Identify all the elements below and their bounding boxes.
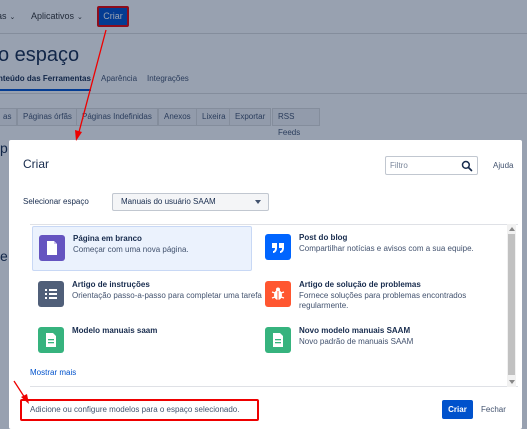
- filter-input[interactable]: [390, 159, 460, 172]
- template-name: Novo modelo manuais SAAM: [299, 326, 411, 335]
- template-list: Página em branco Começar com uma nova pá…: [30, 224, 518, 387]
- template-item-blank-page[interactable]: Página em branco Começar com uma nova pá…: [32, 226, 252, 271]
- template-name: Página em branco: [73, 234, 142, 243]
- create-button[interactable]: Criar: [442, 400, 473, 419]
- template-description: Compartilhar notícias e avisos com a sua…: [299, 244, 474, 253]
- template-description: Começar com uma nova página.: [73, 245, 189, 254]
- template-name: Artigo de solução de problemas: [299, 280, 421, 289]
- template-name: Modelo manuais saam: [72, 326, 158, 335]
- close-button[interactable]: Fechar: [481, 400, 506, 419]
- space-select[interactable]: Manuais do usuário SAAM: [112, 193, 269, 211]
- template-description: Fornece soluções para problemas encontra…: [299, 291, 467, 310]
- template-item-new-manual-saam[interactable]: Novo modelo manuais SAAM Novo padrão de …: [259, 319, 479, 364]
- bug-icon: [265, 281, 291, 307]
- template-item-troubleshooting[interactable]: Artigo de solução de problemas Fornece s…: [259, 273, 479, 318]
- template-list-scrollbar[interactable]: [507, 224, 516, 387]
- template-description: Novo padrão de manuais SAAM: [299, 337, 414, 346]
- configure-templates-link[interactable]: Adicione ou configure modelos para o esp…: [20, 399, 259, 421]
- template-item-how-to[interactable]: Artigo de instruções Orientação passo-a-…: [32, 273, 262, 318]
- dialog-title: Criar: [23, 157, 49, 171]
- quote-icon: [265, 234, 291, 260]
- template-item-manual-saam[interactable]: Modelo manuais saam: [32, 319, 252, 364]
- scrollbar-thumb[interactable]: [508, 234, 515, 375]
- template-item-blog-post[interactable]: Post do blog Compartilhar notícias e avi…: [259, 226, 479, 271]
- template-name: Post do blog: [299, 233, 348, 242]
- list-icon: [38, 281, 64, 307]
- space-select-label: Selecionar espaço: [23, 197, 89, 206]
- help-link[interactable]: Ajuda: [493, 161, 513, 170]
- page-icon: [39, 235, 65, 261]
- show-more-link[interactable]: Mostrar mais: [30, 368, 76, 377]
- create-dialog: Criar Ajuda Selecionar espaço Manuais do…: [9, 140, 522, 429]
- scroll-down-icon[interactable]: [509, 380, 515, 384]
- template-name: Artigo de instruções: [72, 280, 150, 289]
- scroll-up-icon[interactable]: [509, 227, 515, 231]
- document-icon: [38, 327, 64, 353]
- filter-field[interactable]: [385, 156, 478, 175]
- dropdown-arrow-icon: [255, 200, 261, 204]
- document-icon: [265, 327, 291, 353]
- template-description: Orientação passo-a-passo para completar …: [72, 291, 262, 300]
- search-icon[interactable]: [461, 160, 473, 172]
